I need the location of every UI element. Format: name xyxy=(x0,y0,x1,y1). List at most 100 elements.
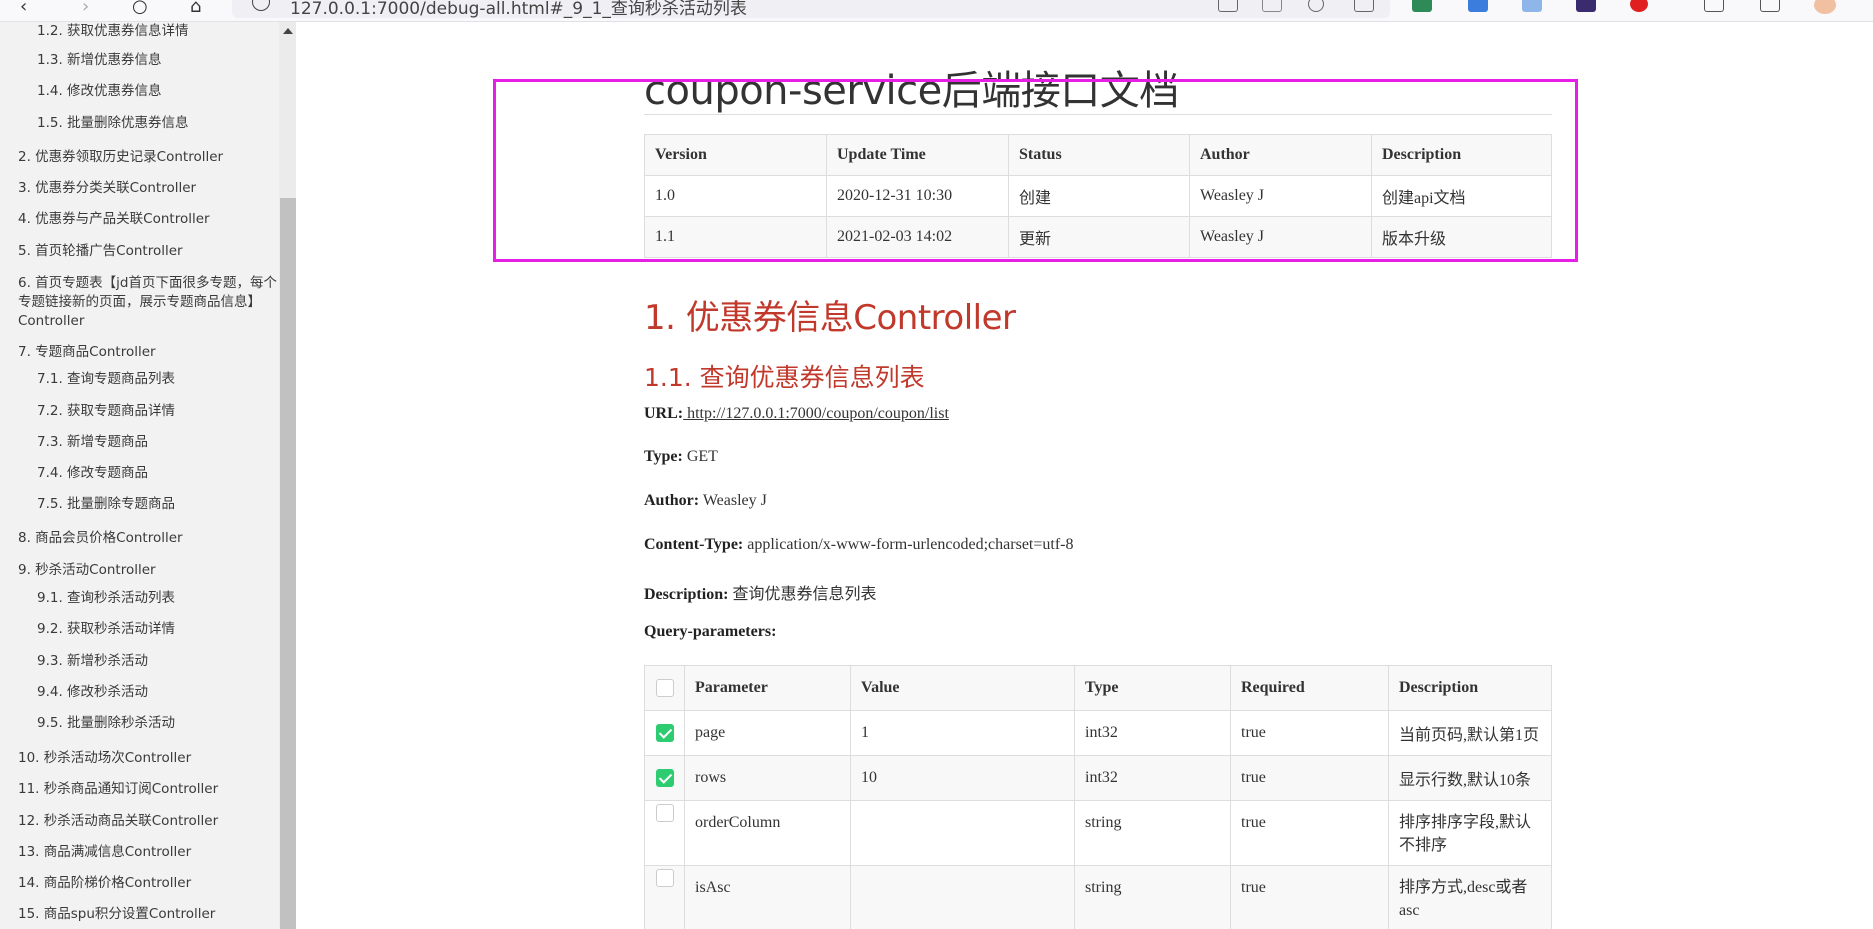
content-type-label: Content-Type: xyxy=(644,536,744,553)
back-icon[interactable]: ‹ xyxy=(20,0,27,17)
scroll-up-arrow-icon[interactable] xyxy=(283,28,293,34)
reader-view-icon[interactable] xyxy=(1218,0,1238,12)
param-required: true xyxy=(1230,755,1389,801)
table-row: isAsc string true 排序方式,desc或者asc xyxy=(644,865,1552,929)
collections-icon[interactable] xyxy=(1704,0,1724,12)
section-heading: 1. 优惠券信息Controller xyxy=(644,298,1016,338)
row-select-cell xyxy=(644,755,685,801)
url-link[interactable]: http://127.0.0.1:7000/coupon/coupon/list xyxy=(683,405,949,422)
content-type-value: application/x-www-form-urlencoded;charse… xyxy=(743,536,1074,553)
column-header: Required xyxy=(1230,665,1389,711)
param-type: int32 xyxy=(1074,755,1231,801)
row-select-cell xyxy=(644,865,685,929)
toc-item[interactable]: 5. 首页轮播广告Controller xyxy=(18,242,183,261)
param-type: string xyxy=(1074,865,1231,929)
column-header: Parameter xyxy=(684,665,851,711)
toc-item[interactable]: 9.5. 批量删除秒杀活动 xyxy=(37,714,175,733)
param-name: orderColumn xyxy=(684,800,851,866)
toc-item[interactable]: 7.1. 查询专题商品列表 xyxy=(37,370,175,389)
url-label: URL: xyxy=(644,405,684,422)
sidebar-scroll-thumb[interactable] xyxy=(280,198,296,929)
description-value: 查询优惠券信息列表 xyxy=(728,586,877,603)
address-text[interactable]: 127.0.0.1:7000/debug-all.html#_9_1_查询秒杀活… xyxy=(290,0,747,19)
toc-item[interactable]: 7. 专题商品Controller xyxy=(18,343,156,362)
type-label: Type: xyxy=(644,448,683,465)
row-checkbox[interactable] xyxy=(655,769,674,788)
select-all-checkbox[interactable] xyxy=(655,679,674,698)
toc-sidebar: 1.2. 获取优惠券信息详情 1.3. 新增优惠券信息 1.4. 修改优惠券信息… xyxy=(0,22,279,929)
table-row: page 1 int32 true 当前页码,默认第1页 xyxy=(644,710,1552,756)
toc-item[interactable]: 10. 秒杀活动场次Controller xyxy=(18,749,191,768)
author-value: Weasley J xyxy=(699,492,767,509)
description-line: Description: 查询优惠券信息列表 xyxy=(644,580,876,604)
table-row: rows 10 int32 true 显示行数,默认10条 xyxy=(644,755,1552,801)
extension-4-icon[interactable] xyxy=(1576,0,1596,12)
toc-item[interactable]: 12. 秒杀活动商品关联Controller xyxy=(18,812,218,831)
toc-item[interactable]: 9.4. 修改秒杀活动 xyxy=(37,683,148,702)
toc-item[interactable]: 1.4. 修改优惠券信息 xyxy=(37,82,162,101)
type-line: Type: GET xyxy=(644,448,718,466)
toc-item[interactable]: 4. 优惠券与产品关联Controller xyxy=(18,210,210,229)
browser-toolbar: ‹ › ○ ⌂ 127.0.0.1:7000/debug-all.html#_9… xyxy=(0,0,1873,22)
param-required: true xyxy=(1230,800,1389,866)
query-parameters-label: Query-parameters: xyxy=(644,623,777,640)
toc-item[interactable]: 9.2. 获取秒杀活动详情 xyxy=(37,620,175,639)
select-all-cell xyxy=(644,665,685,711)
row-checkbox[interactable] xyxy=(655,869,674,888)
query-parameters-heading: Query-parameters: xyxy=(644,623,776,641)
toc-item[interactable]: 15. 商品spu积分设置Controller xyxy=(18,905,215,924)
param-value-input[interactable] xyxy=(850,865,1075,929)
column-header: Type xyxy=(1074,665,1231,711)
param-name: isAsc xyxy=(684,865,851,929)
toc-item[interactable]: 1.5. 批量删除优惠券信息 xyxy=(37,114,189,133)
extension-5-icon[interactable] xyxy=(1630,0,1648,12)
toc-item[interactable]: 14. 商品阶梯价格Controller xyxy=(18,874,191,893)
home-icon[interactable]: ⌂ xyxy=(190,0,201,17)
toc-item[interactable]: 2. 优惠券领取历史记录Controller xyxy=(18,148,223,167)
param-description: 排序排序字段,默认不排序 xyxy=(1388,800,1552,866)
toc-item[interactable]: 6. 首页专题表【jd首页下面很多专题，每个专题链接新的页面，展示专题商品信息】… xyxy=(18,274,278,331)
toc-item[interactable]: 7.4. 修改专题商品 xyxy=(37,464,148,483)
param-description: 显示行数,默认10条 xyxy=(1388,755,1552,801)
toc-item[interactable]: 7.3. 新增专题商品 xyxy=(37,433,148,452)
toc-item[interactable]: 7.2. 获取专题商品详情 xyxy=(37,402,175,421)
bookmark-add-icon[interactable] xyxy=(1354,0,1374,12)
param-description: 当前页码,默认第1页 xyxy=(1388,710,1552,756)
param-name: rows xyxy=(684,755,851,801)
toc-item[interactable]: 7.5. 批量删除专题商品 xyxy=(37,495,175,514)
row-checkbox[interactable] xyxy=(655,724,674,743)
url-line: URL: http://127.0.0.1:7000/coupon/coupon… xyxy=(644,405,949,423)
tabs-icon[interactable] xyxy=(1760,0,1780,12)
extension-1-icon[interactable] xyxy=(1412,0,1432,12)
row-checkbox[interactable] xyxy=(655,804,674,823)
param-type: string xyxy=(1074,800,1231,866)
author-line: Author: Weasley J xyxy=(644,492,767,510)
toc-item[interactable]: 8. 商品会员价格Controller xyxy=(18,529,183,548)
extension-3-icon[interactable] xyxy=(1522,0,1542,12)
toc-item[interactable]: 1.2. 获取优惠券信息详情 xyxy=(37,22,189,41)
row-select-cell xyxy=(644,800,685,866)
translate-icon[interactable] xyxy=(1262,0,1282,12)
avatar[interactable] xyxy=(1814,0,1836,14)
param-required: true xyxy=(1230,710,1389,756)
toc-item[interactable]: 3. 优惠券分类关联Controller xyxy=(18,179,196,198)
forward-icon[interactable]: › xyxy=(82,0,89,17)
param-name: page xyxy=(684,710,851,756)
param-value-input[interactable] xyxy=(850,800,1075,866)
param-value-input[interactable]: 10 xyxy=(850,755,1075,801)
toc-item[interactable]: 9.3. 新增秒杀活动 xyxy=(37,652,148,671)
author-label: Author: xyxy=(644,492,700,509)
subsection-heading: 1.1. 查询优惠券信息列表 xyxy=(644,363,925,392)
toc-item[interactable]: 9.1. 查询秒杀活动列表 xyxy=(37,589,175,608)
param-required: true xyxy=(1230,865,1389,929)
toc-item[interactable]: 1.3. 新增优惠券信息 xyxy=(37,51,162,70)
toc-item[interactable]: 9. 秒杀活动Controller xyxy=(18,561,156,580)
toc-item[interactable]: 13. 商品满减信息Controller xyxy=(18,843,191,862)
highlight-annotation-box xyxy=(493,79,1578,262)
extension-2-icon[interactable] xyxy=(1468,0,1488,12)
toc-item[interactable]: 11. 秒杀商品通知订阅Controller xyxy=(18,780,218,799)
row-select-cell xyxy=(644,710,685,756)
param-description: 排序方式,desc或者asc xyxy=(1388,865,1552,929)
param-value-input[interactable]: 1 xyxy=(850,710,1075,756)
reload-icon[interactable]: ○ xyxy=(132,0,148,17)
